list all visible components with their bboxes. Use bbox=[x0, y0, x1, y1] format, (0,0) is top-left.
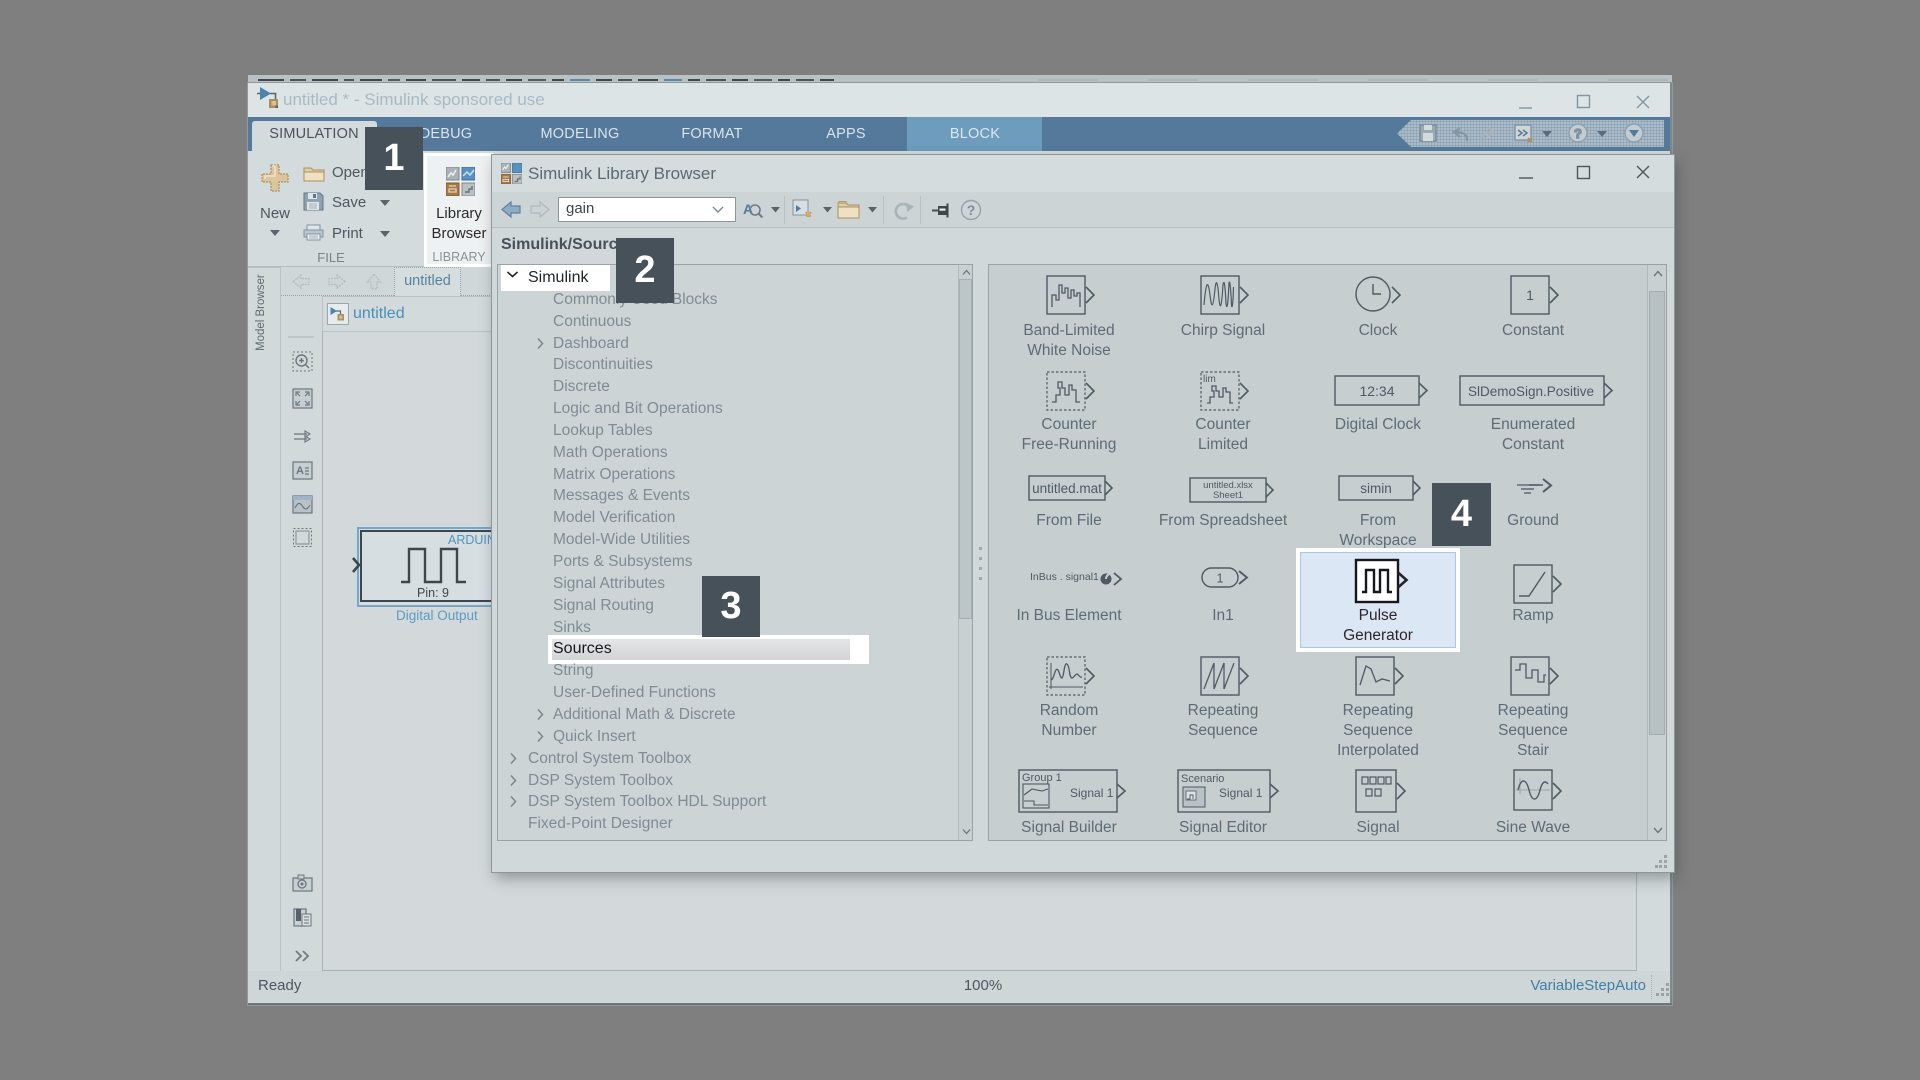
svg-text:1: 1 bbox=[1217, 572, 1224, 586]
svg-text:Signal 1: Signal 1 bbox=[1070, 786, 1114, 800]
svg-text:?: ? bbox=[967, 202, 976, 218]
svg-text:12:34: 12:34 bbox=[1359, 383, 1394, 399]
svg-text:Scenario: Scenario bbox=[1181, 773, 1224, 785]
svg-text:Sheet1: Sheet1 bbox=[1213, 490, 1243, 501]
svg-text:Group 1: Group 1 bbox=[1022, 772, 1062, 784]
svg-text:simin: simin bbox=[1360, 481, 1392, 496]
svg-text:?: ? bbox=[1574, 126, 1582, 141]
svg-text:SlDemoSign.Positive: SlDemoSign.Positive bbox=[1468, 384, 1594, 399]
svg-text:lim: lim bbox=[1203, 374, 1216, 385]
svg-text:untitled.mat: untitled.mat bbox=[1032, 481, 1102, 496]
svg-text:Signal 1: Signal 1 bbox=[1219, 786, 1263, 800]
svg-text:1: 1 bbox=[1526, 287, 1534, 303]
svg-text:A: A bbox=[296, 465, 304, 477]
